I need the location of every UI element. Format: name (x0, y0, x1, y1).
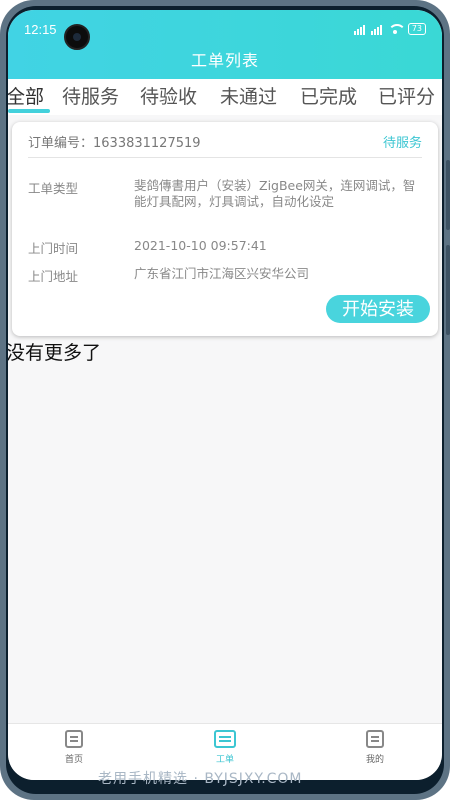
nav-home-label: 首页 (64, 755, 83, 765)
nav-mine-label: 我的 (365, 755, 384, 765)
tab-pending-service[interactable]: 待服务 (62, 85, 119, 109)
status-badge: 待服务 (382, 136, 422, 151)
start-install-button[interactable]: 开始安装 (326, 295, 430, 323)
address-value: 广东省江门市江海区兴安华公司 (134, 266, 310, 281)
status-icons: 73 (353, 23, 426, 35)
power-button (446, 245, 450, 335)
visit-time-value: 2021-10-10 09:57:41 (134, 238, 267, 253)
order-number: 订单编号：1633831127519 (28, 136, 201, 151)
order-type-value: 斐鸽傳書用户（安装）ZigBee网关，连网调试，智能灯具配网，灯具调试，自动化设… (134, 178, 416, 209)
address-label: 上门地址 (28, 269, 79, 284)
order-type-label: 工单类型 (28, 181, 79, 196)
phone-frame: 12:15 73 工单列表 全部 待服务 待验收 未通过 已完成 已评分 订单编… (0, 0, 450, 800)
tab-not-passed[interactable]: 未通过 (220, 85, 277, 109)
order-card[interactable]: 订单编号：1633831127519 待服务 工单类型 斐鸽傳書用户（安装）Zi… (12, 122, 438, 336)
wifi-icon (387, 24, 406, 34)
volume-button (446, 160, 450, 230)
home-icon (65, 730, 83, 748)
status-time: 12:15 (24, 22, 57, 37)
profile-icon (366, 730, 384, 748)
nav-mine[interactable]: 我的 (335, 730, 415, 765)
tab-indicator (8, 109, 50, 113)
nav-work-orders-label: 工单 (215, 755, 234, 765)
tab-completed[interactable]: 已完成 (300, 85, 357, 109)
work-order-icon (214, 730, 236, 748)
list-end-text: 没有更多了 (8, 342, 102, 364)
battery-icon: 73 (407, 23, 426, 35)
tab-all[interactable]: 全部 (8, 85, 44, 109)
order-card-header: 订单编号：1633831127519 待服务 (28, 130, 422, 158)
signal-hd-icon (370, 24, 382, 35)
tab-pending-acceptance[interactable]: 待验收 (140, 85, 197, 109)
tab-rated[interactable]: 已评分 (378, 85, 435, 109)
watermark: 老用手机精选 · BYJSJXY.COM (98, 771, 303, 787)
status-tabs: 全部 待服务 待验收 未通过 已完成 已评分 (8, 79, 442, 115)
page-title: 工单列表 (190, 51, 259, 70)
title-bar: 12:15 73 工单列表 (8, 10, 442, 79)
signal-icon (353, 24, 365, 35)
nav-work-orders[interactable]: 工单 (185, 730, 265, 765)
screen: 12:15 73 工单列表 全部 待服务 待验收 未通过 已完成 已评分 订单编… (8, 10, 442, 780)
nav-home[interactable]: 首页 (34, 730, 114, 765)
visit-time-label: 上门时间 (28, 241, 79, 256)
